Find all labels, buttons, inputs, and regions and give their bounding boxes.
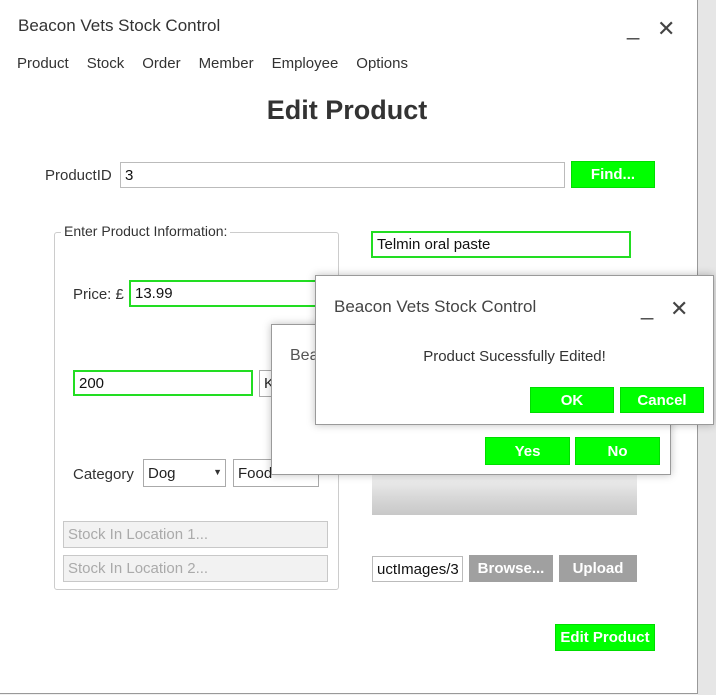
- edit-product-button[interactable]: Edit Product: [555, 624, 655, 651]
- chevron-down-icon: ▼: [213, 467, 222, 477]
- no-button[interactable]: No: [575, 437, 660, 465]
- success-message: Product Sucessfully Edited!: [423, 348, 606, 365]
- find-button[interactable]: Find...: [571, 161, 655, 188]
- category-select-value: Dog: [148, 464, 176, 482]
- category-select[interactable]: Dog ▼: [143, 459, 226, 487]
- minimize-icon[interactable]: _: [627, 17, 639, 39]
- stock-location-2-input[interactable]: Stock In Location 2...: [63, 555, 328, 582]
- cancel-button[interactable]: Cancel: [620, 387, 704, 413]
- menu-bar: Product Stock Order Member Employee Opti…: [17, 55, 426, 72]
- category-label: Category: [73, 466, 134, 483]
- menu-employee[interactable]: Employee: [272, 55, 339, 72]
- menu-product[interactable]: Product: [17, 55, 69, 72]
- close-icon[interactable]: ✕: [657, 18, 675, 40]
- price-label: Price: £: [73, 286, 124, 303]
- stock-location-1-input[interactable]: Stock In Location 1...: [63, 521, 328, 548]
- yes-button[interactable]: Yes: [485, 437, 570, 465]
- ok-button[interactable]: OK: [530, 387, 614, 413]
- menu-options[interactable]: Options: [356, 55, 408, 72]
- product-image: [372, 470, 637, 515]
- browse-button[interactable]: Browse...: [469, 555, 553, 582]
- image-path-input[interactable]: uctImages/3: [372, 556, 463, 582]
- price-input[interactable]: 13.99: [129, 280, 329, 307]
- menu-stock[interactable]: Stock: [87, 55, 125, 72]
- dialog-minimize-icon[interactable]: _: [641, 297, 653, 319]
- menu-order[interactable]: Order: [142, 55, 180, 72]
- success-dialog: Beacon Vets Stock Control _ ✕ Product Su…: [315, 275, 714, 425]
- product-info-group-label: Enter Product Information:: [61, 223, 231, 239]
- product-id-label: ProductID: [45, 167, 112, 184]
- product-name-input[interactable]: Telmin oral paste: [371, 231, 631, 258]
- product-id-input[interactable]: 3: [120, 162, 565, 188]
- quantity-input[interactable]: 200: [73, 370, 253, 396]
- upload-button[interactable]: Upload: [559, 555, 637, 582]
- window-title: Beacon Vets Stock Control: [18, 16, 221, 35]
- success-dialog-title: Beacon Vets Stock Control: [334, 297, 537, 316]
- page-title: Edit Product: [266, 95, 428, 125]
- menu-member[interactable]: Member: [199, 55, 254, 72]
- dialog-close-icon[interactable]: ✕: [670, 298, 688, 320]
